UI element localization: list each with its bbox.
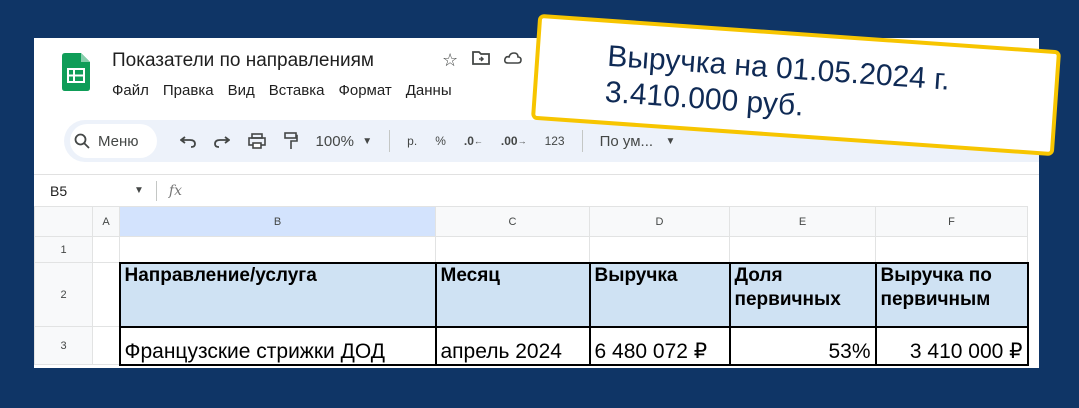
cell-e3[interactable]: 53%: [728, 325, 877, 366]
cell-b3[interactable]: Французские стрижки ДОД: [118, 325, 437, 366]
fx-icon: fx: [168, 182, 182, 199]
table-row: 3 Французские стрижки ДОД апрель 2024 6 …: [34, 325, 1029, 366]
cell-c3[interactable]: апрель 2024: [434, 325, 591, 366]
cell-e2[interactable]: Доля первичных: [728, 261, 877, 328]
column-header-d[interactable]: D: [589, 206, 730, 237]
cell-b1[interactable]: [119, 236, 436, 263]
column-header-e[interactable]: E: [729, 206, 876, 237]
zoom-select[interactable]: 100% ▼: [316, 133, 373, 150]
zoom-value: 100%: [315, 132, 354, 150]
increase-decimal-button[interactable]: .00 →: [501, 134, 527, 148]
move-to-folder-icon[interactable]: [472, 50, 491, 71]
column-header-a[interactable]: A: [92, 206, 120, 237]
font-select[interactable]: По ум... ▼: [600, 133, 676, 150]
menu-bar: Файл Правка Вид Вставка Формат Данны: [112, 82, 452, 99]
cell-e2-line1: Доля: [734, 264, 783, 286]
cell-f2[interactable]: Выручка по первичным: [874, 261, 1029, 328]
menu-file[interactable]: Файл: [112, 82, 149, 99]
column-header-row: A B C D E F: [34, 206, 1028, 237]
menu-insert[interactable]: Вставка: [269, 82, 325, 99]
paint-format-icon[interactable]: [283, 132, 298, 150]
arrow-right-icon: →: [517, 136, 527, 146]
cell-c1[interactable]: [435, 236, 590, 263]
row-header-1[interactable]: 1: [34, 236, 93, 263]
cell-d1[interactable]: [589, 236, 730, 263]
toolbar-divider: [389, 130, 391, 152]
menu-view[interactable]: Вид: [228, 82, 255, 99]
toolbar-divider: [581, 130, 583, 152]
arrow-left-icon: ←: [473, 136, 483, 146]
select-all-corner[interactable]: [34, 206, 93, 237]
font-value: По ум...: [599, 132, 654, 150]
decrease-decimal-button[interactable]: .0 ←: [464, 134, 483, 148]
chevron-down-icon: ▼: [362, 135, 373, 147]
cell-e2-line2: первичных: [734, 288, 841, 310]
cell-f3[interactable]: 3 410 000 ₽: [874, 325, 1029, 366]
name-box[interactable]: B5: [34, 183, 134, 199]
row-header-3[interactable]: 3: [34, 326, 93, 365]
formula-bar: B5 ▼ fx: [34, 174, 1039, 206]
cell-a3[interactable]: [92, 326, 120, 365]
chevron-down-icon: ▼: [665, 135, 676, 147]
menu-data[interactable]: Данны: [406, 82, 452, 99]
menu-edit[interactable]: Правка: [163, 82, 214, 99]
column-header-b[interactable]: B: [119, 206, 436, 237]
search-icon: [74, 133, 90, 149]
menu-search-button[interactable]: Меню: [70, 124, 157, 158]
number-format-button[interactable]: 123: [545, 134, 565, 148]
menu-format[interactable]: Формат: [338, 82, 391, 99]
currency-format-button[interactable]: р.: [407, 134, 417, 148]
cell-a2[interactable]: [92, 262, 120, 327]
cell-e1[interactable]: [729, 236, 876, 263]
redo-icon[interactable]: [213, 134, 230, 148]
cell-f1[interactable]: [875, 236, 1028, 263]
cell-f2-line1: Выручка по: [880, 264, 992, 286]
cell-d3[interactable]: 6 480 072 ₽: [588, 325, 731, 366]
cell-a1[interactable]: [92, 236, 120, 263]
cell-d2[interactable]: Выручка: [588, 261, 731, 328]
row-header-2[interactable]: 2: [34, 262, 93, 327]
column-header-f[interactable]: F: [875, 206, 1028, 237]
google-sheets-icon[interactable]: [62, 53, 90, 91]
document-title[interactable]: Показатели по направлениям: [112, 50, 374, 72]
cell-c2[interactable]: Месяц: [434, 261, 591, 328]
column-header-c[interactable]: C: [435, 206, 590, 237]
undo-icon[interactable]: [179, 134, 196, 148]
cell-f2-line2: первичным: [880, 288, 991, 310]
print-icon[interactable]: [247, 133, 266, 149]
chevron-down-icon[interactable]: ▼: [134, 185, 144, 196]
table-row: 1: [34, 236, 1028, 263]
cloud-status-icon[interactable]: [504, 50, 522, 71]
star-icon[interactable]: ☆: [442, 50, 458, 71]
table-row: 2 Направление/услуга Месяц Выручка Доля п…: [34, 261, 1029, 328]
sheet-grid: A B C D E F 1 2 Направление/услуга Месяц…: [34, 206, 1029, 366]
formula-divider: [155, 180, 157, 201]
cell-b2[interactable]: Направление/услуга: [118, 261, 437, 328]
menu-search-label: Меню: [98, 132, 139, 150]
percent-format-button[interactable]: %: [435, 134, 446, 148]
